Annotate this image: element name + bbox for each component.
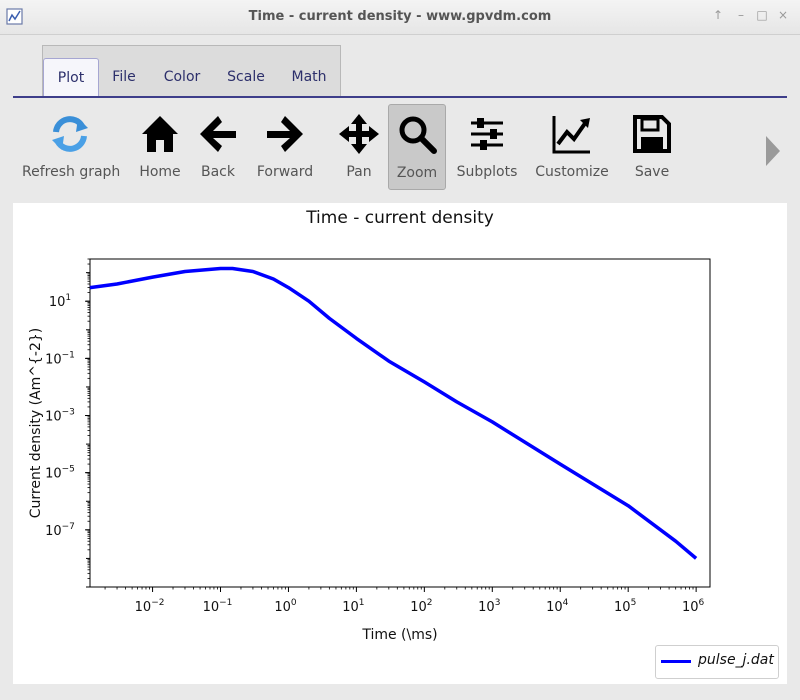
zoom-label: Zoom <box>396 165 438 181</box>
refresh-icon <box>52 116 88 152</box>
x-tick-label: 10−2 <box>135 598 165 615</box>
y-tick-label: 101 <box>49 293 71 310</box>
x-axis-label: Time (\ms) <box>361 627 437 643</box>
x-tick-label: 100 <box>274 598 297 615</box>
tab-plot[interactable]: Plot <box>43 58 99 97</box>
y-tick-label: 10−5 <box>45 465 75 482</box>
plot-area: Time - current density Time (\ms) Current … <box>13 203 787 684</box>
home-button[interactable]: Home <box>136 104 184 188</box>
toolbar-overflow-arrow-icon[interactable] <box>766 136 780 166</box>
x-tick-label: 102 <box>410 598 432 615</box>
up-arrow-icon[interactable]: ↑ <box>710 8 726 22</box>
customize-button[interactable]: Customize <box>535 104 609 188</box>
customize-label: Customize <box>535 164 609 180</box>
legend-label: pulse_j.dat <box>698 652 774 668</box>
close-icon[interactable]: × <box>775 8 791 22</box>
x-tick-label: 105 <box>614 598 636 615</box>
legend: pulse_j.dat <box>655 645 779 679</box>
back-button[interactable]: Back <box>196 104 240 188</box>
tab-file[interactable]: File <box>103 58 145 96</box>
x-tick-label: 106 <box>682 598 705 615</box>
floppy-disk-icon <box>633 115 671 153</box>
window-title: Time - current density - www.gpvdm.com <box>248 9 552 24</box>
x-tick-label: 104 <box>546 598 569 615</box>
legend-swatch <box>661 660 691 663</box>
x-tick-label: 101 <box>342 598 364 615</box>
y-tick-label: 10−1 <box>45 350 75 367</box>
magnifier-icon <box>399 116 437 154</box>
arrow-right-icon <box>267 116 303 152</box>
chart: Time - current density Time (\ms) Current … <box>28 208 711 643</box>
tab-bar: Plot File Color Scale Math <box>42 45 341 97</box>
refresh-label: Refresh graph <box>22 164 121 180</box>
save-button[interactable]: Save <box>630 104 674 188</box>
tab-math[interactable]: Math <box>285 58 333 96</box>
chart-title: Time - current density <box>305 208 494 228</box>
subplots-label: Subplots <box>456 164 518 180</box>
arrow-left-icon <box>200 116 236 152</box>
y-tick-label: 10−7 <box>45 522 75 539</box>
forward-label: Forward <box>256 164 314 180</box>
x-tick-label: 103 <box>478 598 500 615</box>
line-chart-icon <box>552 116 590 154</box>
title-bar: Time - current density - www.gpvdm.com ↑… <box>0 0 800 35</box>
tab-underline <box>13 96 787 98</box>
maximize-icon[interactable]: □ <box>754 8 770 22</box>
minimize-icon[interactable]: – <box>733 8 749 22</box>
tab-color[interactable]: Color <box>157 58 207 96</box>
pan-label: Pan <box>346 164 372 180</box>
forward-button[interactable]: Forward <box>255 104 315 188</box>
y-axis-label: Current density (Am^{-2}) <box>28 328 44 518</box>
home-label: Home <box>139 164 181 180</box>
sliders-icon <box>471 118 503 150</box>
axes-frame <box>89 258 711 588</box>
series-line-0 <box>89 266 698 560</box>
y-tick-label: 10−3 <box>45 408 75 425</box>
save-label: Save <box>634 164 670 180</box>
back-label: Back <box>201 164 235 180</box>
x-tick-label: 10−1 <box>203 598 233 615</box>
move-icon <box>339 114 379 154</box>
refresh-graph-button[interactable]: Refresh graph <box>22 104 121 188</box>
home-icon <box>142 116 178 152</box>
pan-button[interactable]: Pan <box>334 104 384 188</box>
zoom-button[interactable]: Zoom <box>388 104 446 190</box>
tab-scale[interactable]: Scale <box>219 58 273 96</box>
subplots-button[interactable]: Subplots <box>455 104 519 188</box>
